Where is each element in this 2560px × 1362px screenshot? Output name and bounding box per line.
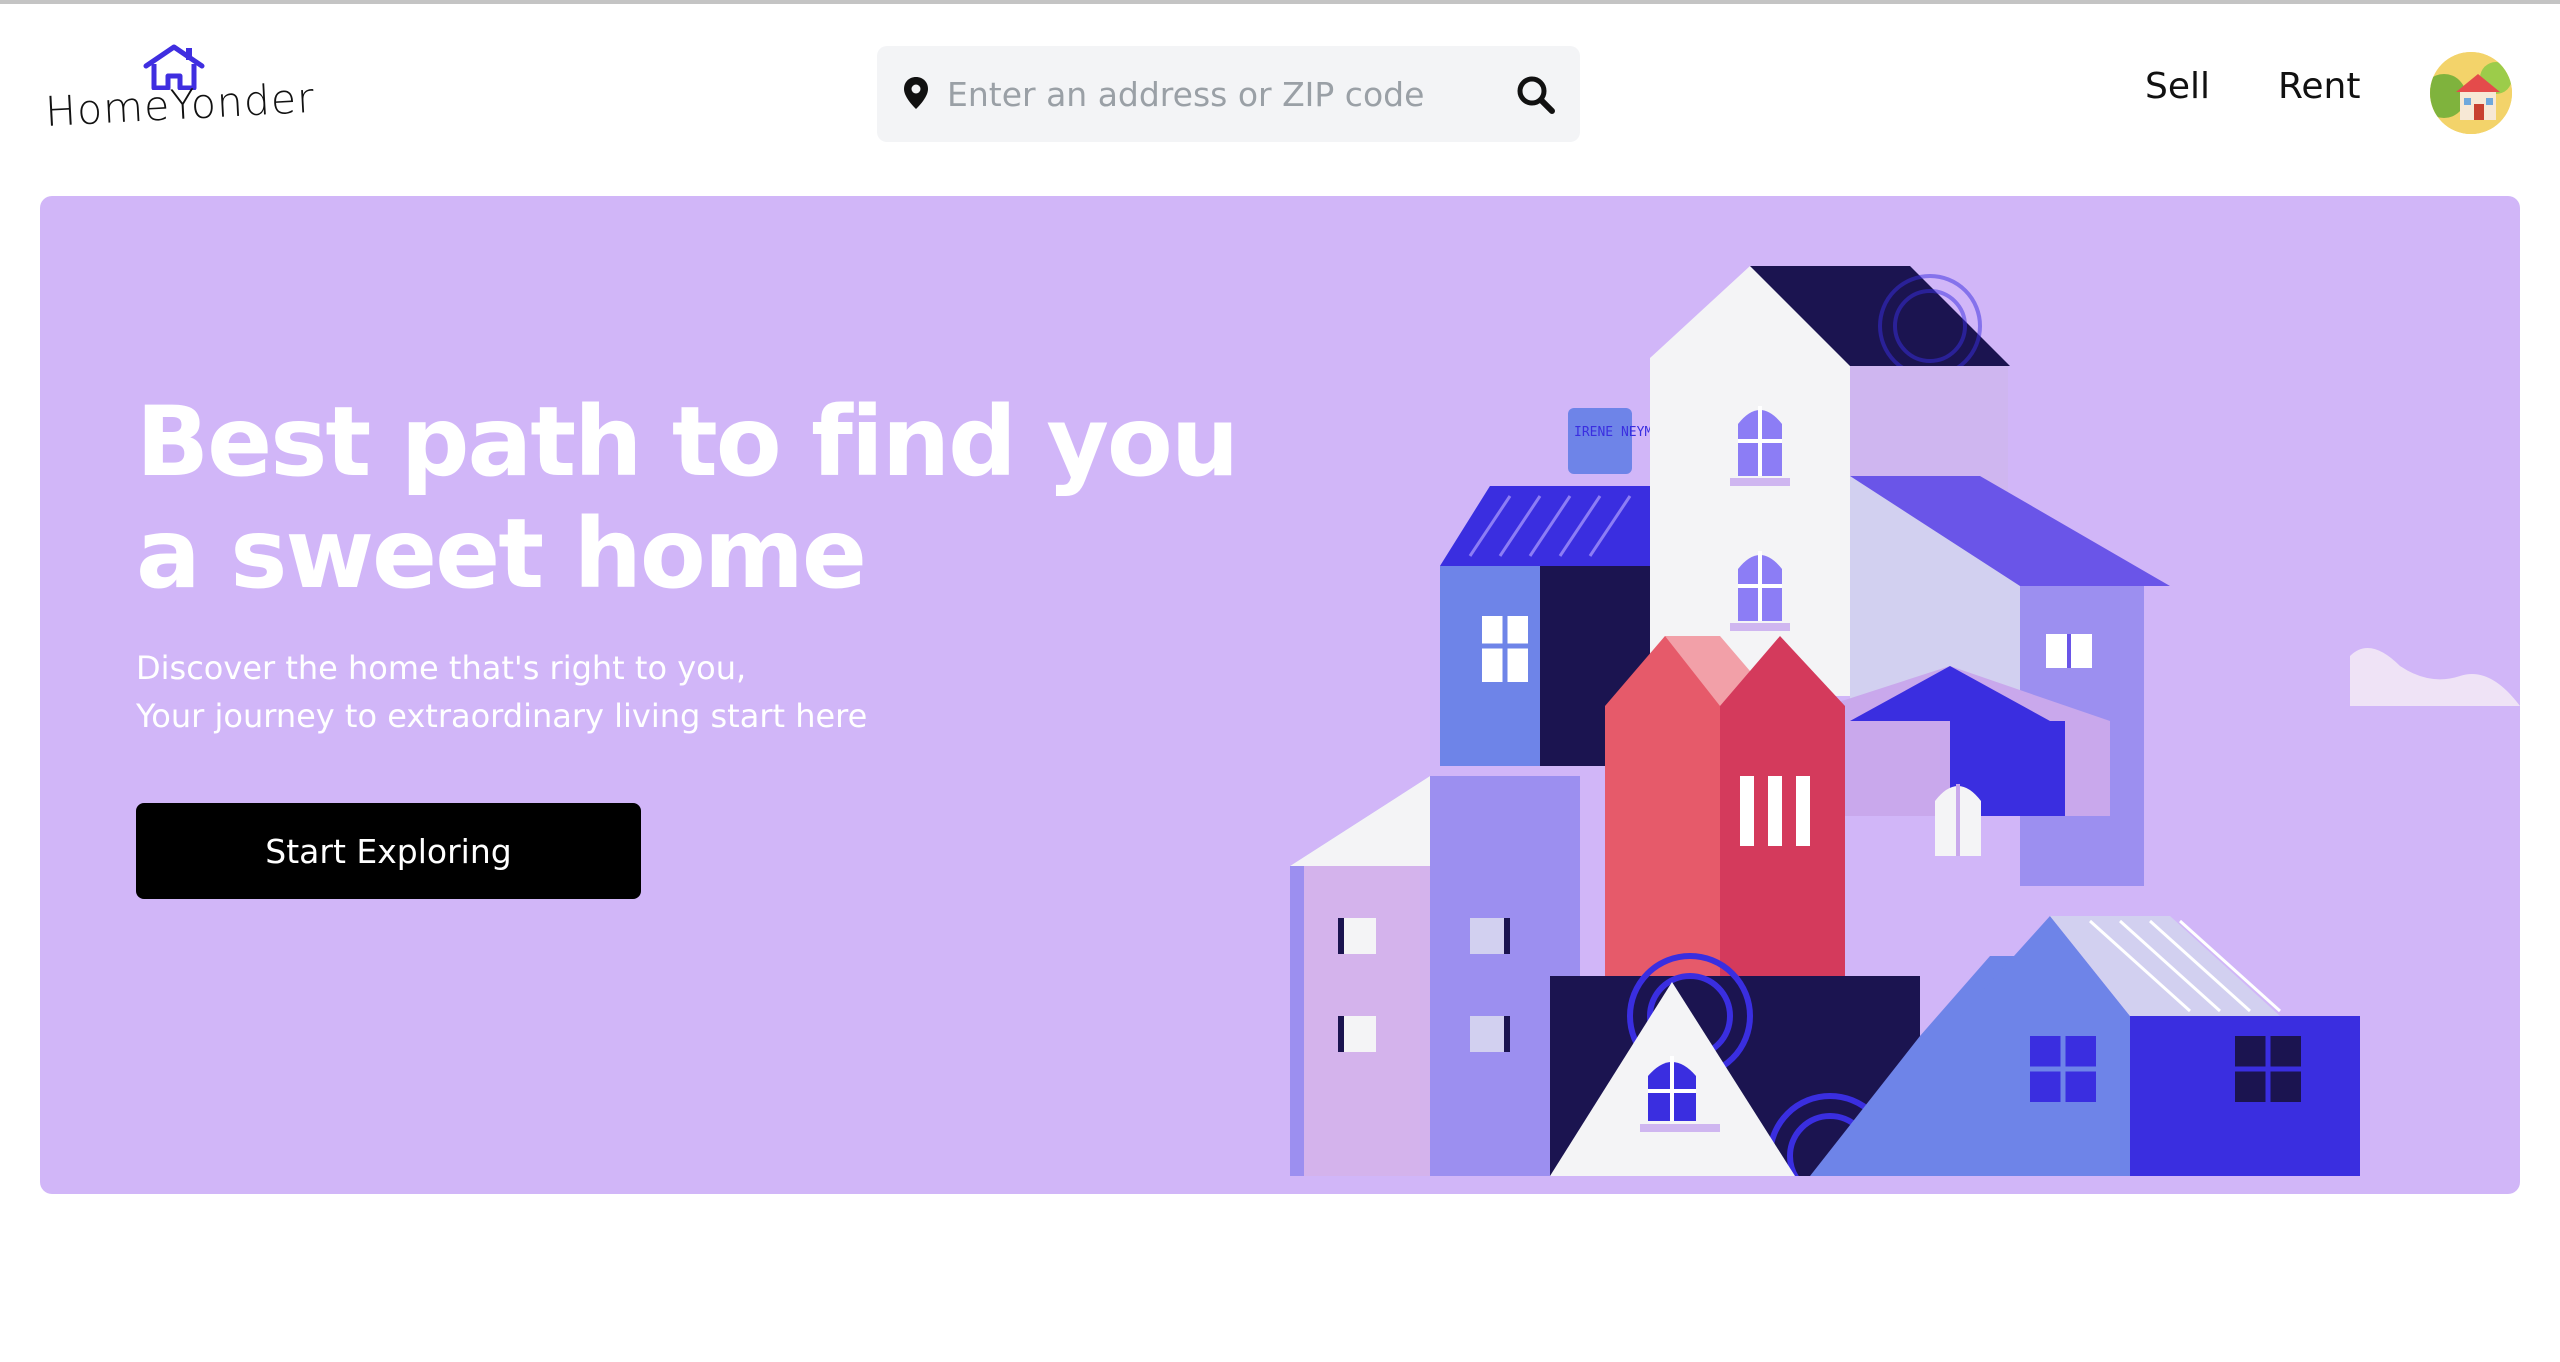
hero-subtitle-line-1: Discover the home that's right to you, [136, 649, 747, 687]
avatar[interactable] [2430, 52, 2512, 134]
house-avatar-icon [2430, 52, 2512, 134]
header: HomeYonder Sell Rent [0, 4, 2560, 192]
search-bar [877, 46, 1580, 142]
hero-title-line-1: Best path to find you [136, 386, 1239, 498]
logo-text: HomeYonder [44, 73, 317, 136]
hero-title: Best path to find you a sweet home [136, 386, 1336, 610]
hero-subtitle: Discover the home that's right to you, Y… [136, 644, 1036, 740]
search-icon[interactable] [1513, 72, 1559, 118]
hero-banner: Best path to find you a sweet home Disco… [40, 196, 2520, 1194]
start-exploring-button[interactable]: Start Exploring [136, 803, 641, 899]
search-input[interactable] [947, 64, 1477, 124]
houses-illustration: IRENE NEYMAN [1290, 266, 2520, 1176]
location-pin-icon [904, 77, 928, 109]
logo[interactable]: HomeYonder [44, 44, 317, 154]
hero-subtitle-line-2: Your journey to extraordinary living sta… [136, 697, 868, 735]
nav-rent-link[interactable]: Rent [2278, 66, 2360, 107]
hero-title-line-2: a sweet home [136, 498, 867, 610]
nav-sell-link[interactable]: Sell [2145, 66, 2210, 107]
